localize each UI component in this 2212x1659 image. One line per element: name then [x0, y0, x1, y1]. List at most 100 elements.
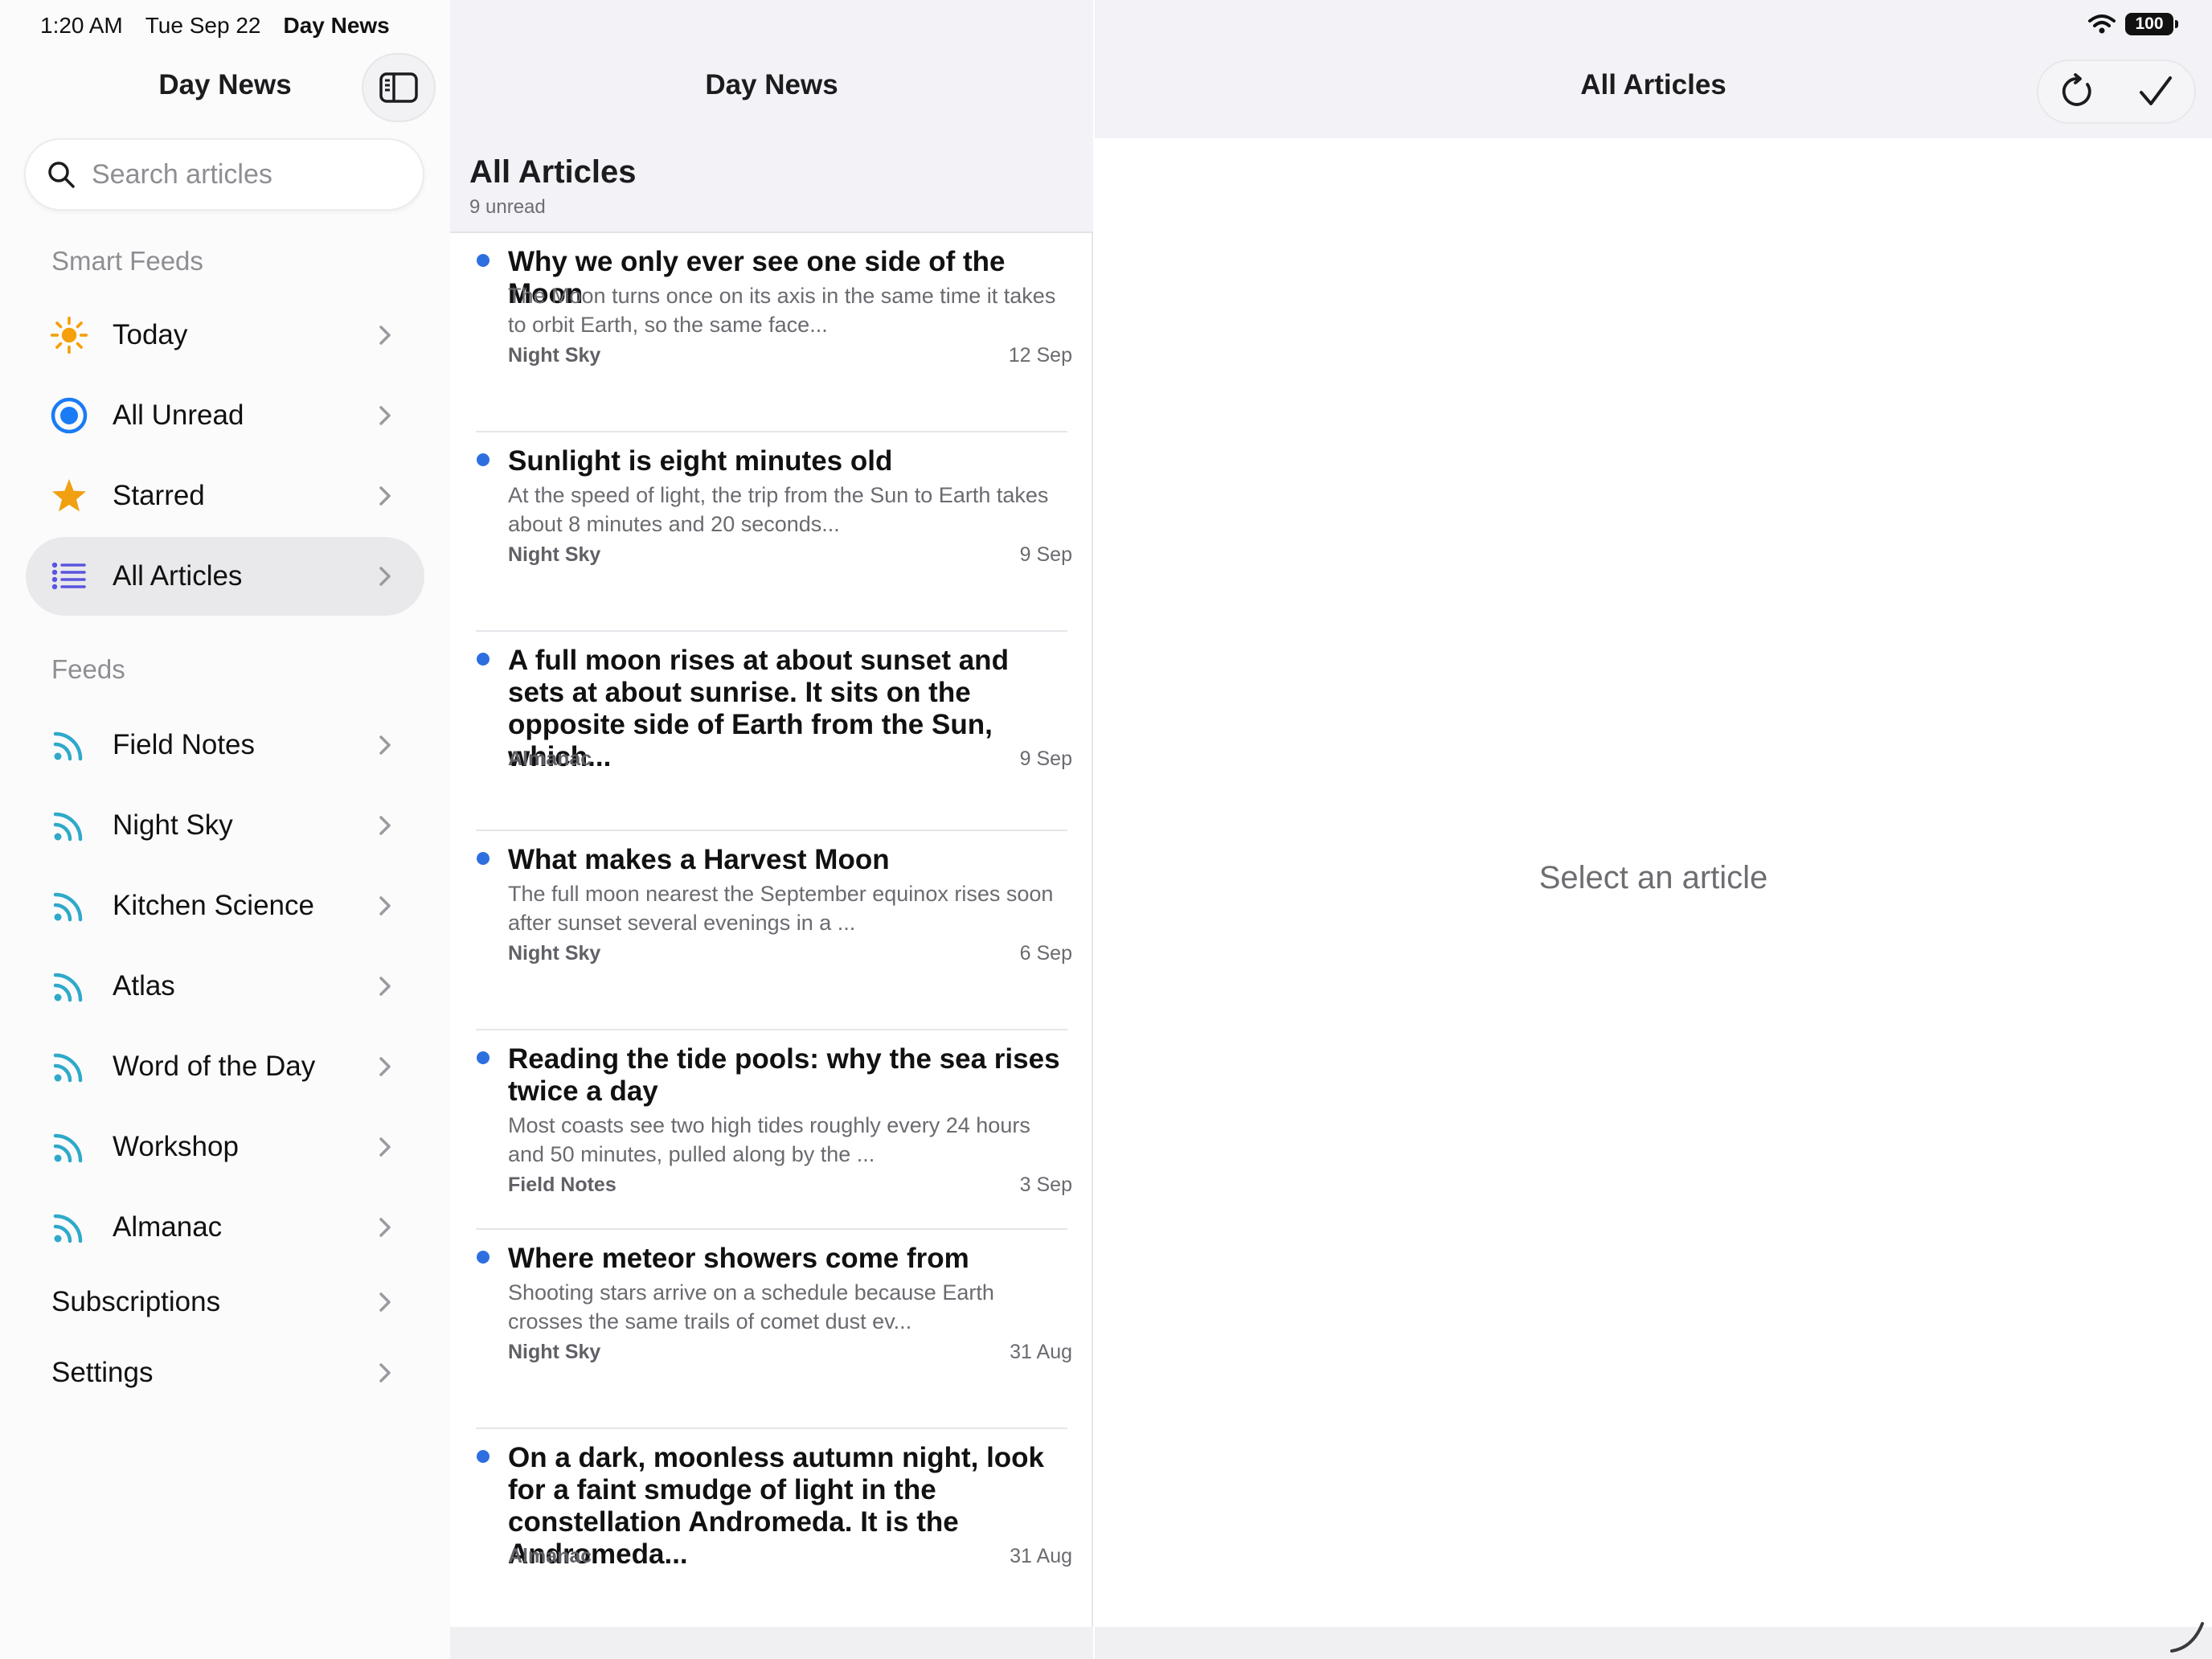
status-bar-left: 1:20 AM Tue Sep 22 Day News: [40, 11, 390, 40]
sidebar-item-label: All Articles: [113, 560, 243, 592]
article-list-navbar: Day News: [450, 0, 1093, 138]
sidebar-item-night-sky[interactable]: Night Sky: [26, 786, 424, 865]
article-date: 3 Sep: [1019, 1174, 1072, 1196]
article-date: 12 Sep: [1008, 344, 1072, 367]
article-feed: Night Sky: [508, 543, 601, 566]
article-row[interactable]: Why we only ever see one side of the Moo…: [450, 233, 1093, 432]
chevron-right-icon: [379, 326, 391, 345]
resize-handle-icon[interactable]: [2169, 1616, 2207, 1654]
star-icon: [50, 477, 88, 515]
sidebar-item-label: Today: [113, 319, 188, 350]
sidebar-item-all-unread[interactable]: All Unread: [26, 376, 424, 455]
chevron-right-icon: [379, 977, 391, 996]
sidebar-item-subscriptions[interactable]: Subscriptions: [0, 1270, 450, 1334]
sidebar-item-word-of-the-day[interactable]: Word of the Day: [26, 1027, 424, 1106]
article-feed: Night Sky: [508, 344, 601, 367]
status-app-name: Day News: [283, 13, 390, 38]
detail-bottom-bar: [1095, 1627, 2212, 1659]
sidebar-item-almanac[interactable]: Almanac: [26, 1188, 424, 1267]
list-icon: [50, 557, 88, 596]
rss-icon: [50, 887, 88, 925]
sidebar-item-field-notes[interactable]: Field Notes: [26, 706, 424, 784]
article-feed: Night Sky: [508, 1341, 601, 1363]
sidebar-item-workshop[interactable]: Workshop: [26, 1108, 424, 1186]
article-row[interactable]: Where meteor showers come from Shooting …: [450, 1230, 1093, 1429]
article-title: A full moon rises at about sunset and se…: [508, 645, 1009, 772]
article-title: Sunlight is eight minutes old: [508, 445, 893, 477]
sidebar-item-all-articles[interactable]: All Articles: [26, 537, 424, 616]
rss-icon: [50, 806, 88, 845]
article-row[interactable]: Reading the tide pools: why the sea rise…: [450, 1030, 1093, 1230]
chevron-right-icon: [379, 1137, 391, 1157]
chevron-right-icon: [379, 735, 391, 755]
rss-icon: [50, 726, 88, 764]
rss-icon: [50, 1128, 88, 1166]
article-date: 31 Aug: [1010, 1341, 1072, 1363]
chevron-right-icon: [379, 1292, 391, 1312]
article-list-header: All Articles 9 unread: [450, 138, 1093, 233]
chevron-right-icon: [379, 406, 391, 425]
sidebar-item-label: Word of the Day: [113, 1051, 316, 1082]
unread-dot-icon: [477, 453, 490, 466]
article-title: What makes a Harvest Moon: [508, 844, 890, 875]
status-date: Tue Sep 22: [145, 13, 261, 38]
sidebar-item-label: Almanac: [113, 1211, 223, 1243]
article-row[interactable]: What makes a Harvest Moon The full moon …: [450, 831, 1093, 1030]
unread-circle-icon: [50, 396, 88, 435]
article-date: 31 Aug: [1010, 1545, 1072, 1567]
rss-icon: [50, 967, 88, 1006]
sidebar: Day News Smart Feeds: [0, 0, 450, 1659]
unread-dot-icon: [477, 1251, 490, 1264]
article-snippet: Most coasts see two high tides roughly e…: [508, 1113, 1030, 1166]
checkmark-icon: [2139, 76, 2172, 105]
sidebar-toggle-button[interactable]: [362, 53, 436, 122]
article-list-title: All Articles: [469, 154, 637, 190]
status-time: 1:20 AM: [40, 13, 123, 38]
refresh-icon: [2062, 73, 2091, 106]
article-date: 9 Sep: [1019, 543, 1072, 566]
chevron-right-icon: [379, 1363, 391, 1382]
detail-navbar: All Articles: [1095, 0, 2212, 138]
article-snippet: Shooting stars arrive on a schedule beca…: [508, 1280, 994, 1333]
article-snippet: The full moon nearest the September equi…: [508, 882, 1054, 935]
article-row[interactable]: On a dark, moonless autumn night, look f…: [450, 1429, 1093, 1628]
article-list-pane: Day News All Articles 9 unread Why we on…: [450, 0, 1093, 1659]
sun-icon: [50, 316, 88, 354]
unread-dot-icon: [477, 653, 490, 666]
detail-actions-group: [2037, 59, 2196, 124]
article-title: Reading the tide pools: why the sea rise…: [508, 1043, 1060, 1107]
battery-level: 100: [2135, 14, 2164, 33]
sidebar-item-starred[interactable]: Starred: [26, 457, 424, 535]
search-field[interactable]: [24, 138, 424, 211]
status-bar-right: 100: [2088, 13, 2178, 35]
feeds-header: Feeds: [51, 654, 125, 684]
article-title: Where meteor showers come from: [508, 1243, 969, 1274]
unread-count: 9 unread: [469, 196, 546, 218]
refresh-button[interactable]: [2054, 68, 2102, 116]
sidebar-item-today[interactable]: Today: [26, 296, 424, 375]
sidebar-toggle-icon: [379, 72, 418, 103]
mark-all-read-button[interactable]: [2132, 68, 2180, 116]
article-feed: Almanac: [508, 1545, 592, 1567]
sidebar-item-kitchen-science[interactable]: Kitchen Science: [26, 866, 424, 945]
sidebar-item-atlas[interactable]: Atlas: [26, 947, 424, 1026]
sidebar-item-settings[interactable]: Settings: [0, 1341, 450, 1405]
article-row[interactable]: Sunlight is eight minutes old At the spe…: [450, 432, 1093, 632]
article-date: 9 Sep: [1019, 748, 1072, 770]
sidebar-item-label: Workshop: [113, 1131, 239, 1162]
chevron-right-icon: [379, 1218, 391, 1237]
sidebar-item-label: Atlas: [113, 970, 175, 1002]
search-input[interactable]: [90, 158, 412, 191]
sidebar-item-label: All Unread: [113, 399, 244, 431]
sidebar-item-label: Night Sky: [113, 809, 233, 841]
article-date: 6 Sep: [1019, 942, 1072, 965]
smart-feeds-header: Smart Feeds: [51, 246, 203, 276]
article-feed: Night Sky: [508, 942, 601, 965]
article-detail-pane: All Articles Select an article: [1095, 0, 2212, 1659]
article-list-navbar-title: Day News: [705, 69, 838, 100]
article-list-bottom-bar: [450, 1627, 1093, 1659]
chevron-right-icon: [379, 567, 391, 586]
unread-dot-icon: [477, 1450, 490, 1463]
battery-icon: 100: [2125, 13, 2178, 35]
article-row[interactable]: A full moon rises at about sunset and se…: [450, 632, 1093, 831]
